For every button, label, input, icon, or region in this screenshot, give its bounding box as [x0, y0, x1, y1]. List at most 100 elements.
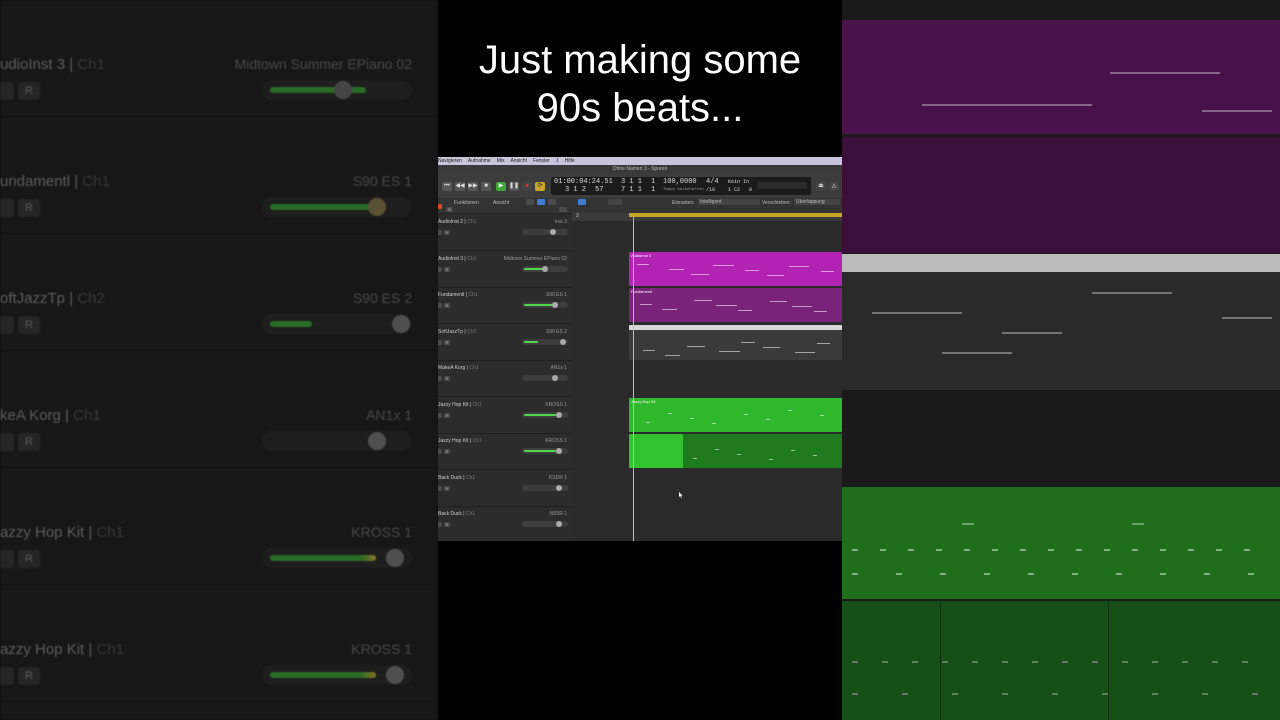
- mute-button[interactable]: [438, 376, 442, 381]
- volume-fader[interactable]: [522, 229, 568, 235]
- pause-icon[interactable]: ❚❚: [509, 182, 519, 191]
- mute-button[interactable]: [438, 303, 442, 308]
- pencil-tool-icon[interactable]: [608, 199, 622, 205]
- mute-button[interactable]: [438, 522, 442, 527]
- tuner-icon[interactable]: ⏏: [816, 182, 826, 191]
- record-button[interactable]: R: [444, 376, 450, 381]
- pointer-tool-icon[interactable]: [578, 199, 586, 205]
- lcd-level-meter: [757, 182, 807, 189]
- functions-menu[interactable]: Funktionen: [454, 200, 479, 206]
- lcd-time: 01:00:04:24.51: [554, 178, 613, 186]
- fader-knob[interactable]: [556, 411, 562, 418]
- global-solo-button[interactable]: S: [446, 207, 453, 212]
- play-icon[interactable]: ▶: [496, 182, 506, 191]
- record-button[interactable]: R: [444, 303, 450, 308]
- record-button[interactable]: R: [444, 522, 450, 527]
- record-button[interactable]: R: [444, 485, 450, 491]
- lcd-bars-right-top: 3 1 1: [621, 178, 643, 186]
- catch-icon[interactable]: [526, 199, 534, 205]
- volume-fader[interactable]: [522, 411, 568, 418]
- add-track-icon[interactable]: [559, 207, 567, 212]
- playhead[interactable]: [633, 217, 634, 541]
- cycle-range[interactable]: [629, 213, 842, 217]
- view-menu[interactable]: Ansicht: [493, 200, 509, 206]
- menu-one[interactable]: 1: [556, 158, 559, 164]
- record-button[interactable]: R: [444, 412, 450, 418]
- menu-bar: Navigieren Aufnahme Mix Ansicht Fenster 1 Hilf…: [438, 157, 842, 165]
- record-enable-icon[interactable]: [438, 204, 442, 209]
- volume-fader[interactable]: [522, 484, 568, 491]
- track-header[interactable]: MakeA Korg | Ch1 AN1x 1 R: [438, 360, 572, 397]
- fader-knob[interactable]: [542, 265, 548, 272]
- stop-icon[interactable]: ■: [481, 182, 491, 191]
- midi-note: [690, 417, 694, 419]
- midi-note: [719, 350, 740, 352]
- mute-button[interactable]: [438, 266, 442, 272]
- volume-fader[interactable]: [522, 265, 568, 272]
- track-header[interactable]: Jazzy Hop Kit | Ch1 KROSS 1 R: [438, 433, 572, 470]
- fader-knob[interactable]: [550, 229, 556, 235]
- zoom-icon[interactable]: [548, 199, 556, 205]
- midi-region[interactable]: SoftJazzTp: [629, 324, 842, 360]
- track-header[interactable]: AudioInst 3 | Ch1 Midtown Summer EPiano …: [438, 251, 572, 288]
- menu-help[interactable]: Hilfe: [565, 158, 575, 164]
- cycle-icon[interactable]: ⟳: [535, 182, 545, 191]
- fader-knob[interactable]: [560, 338, 566, 345]
- record-icon[interactable]: ●: [522, 182, 532, 191]
- mute-button[interactable]: [438, 449, 442, 454]
- menu-window[interactable]: Fenster: [533, 158, 550, 164]
- lcd-display[interactable]: 01:00:04:24.51 3 1 2 57 3 1 1 1 7 1 1 1 …: [551, 177, 811, 195]
- midi-note: [817, 342, 830, 344]
- selected-region-part[interactable]: [629, 434, 683, 468]
- menu-mix[interactable]: Mix: [497, 158, 505, 164]
- track-header[interactable]: Jazzy Hop Kit | Ch1 KROSS 1 R: [438, 397, 572, 434]
- menu-navigate[interactable]: Navigieren: [438, 158, 462, 164]
- midi-region[interactable]: Fundamentl: [629, 288, 842, 322]
- volume-fader[interactable]: [522, 302, 568, 308]
- mute-button[interactable]: [438, 339, 442, 345]
- midi-note: [770, 301, 787, 302]
- track-header[interactable]: AudioInst 2 | Ch1 Inst 2 R: [438, 214, 572, 251]
- go-to-start-icon[interactable]: ⏮: [442, 182, 452, 191]
- fader-knob[interactable]: [552, 302, 558, 308]
- fader-knob[interactable]: [556, 521, 562, 527]
- lcd-bars-right-top-sub: 1: [651, 178, 656, 186]
- track-header[interactable]: Back Duck | Ch1 NS5R 1 R: [438, 506, 572, 541]
- track-header[interactable]: Fundamentl | Ch1 S90 ES 1 R: [438, 287, 572, 324]
- midi-note: [766, 418, 770, 420]
- record-button[interactable]: R: [444, 339, 450, 345]
- instrument-name: KSDR 1: [548, 474, 567, 481]
- track-name: Back Duck | Ch1: [438, 474, 476, 481]
- volume-fader[interactable]: [522, 375, 568, 381]
- midi-region[interactable]: Jazzy Hop Kit: [629, 397, 842, 432]
- mute-button[interactable]: [438, 230, 442, 235]
- volume-fader[interactable]: [522, 448, 568, 454]
- record-button[interactable]: R: [444, 230, 450, 235]
- track-header[interactable]: Back Duck | Ch1 KSDR 1 R: [438, 470, 572, 507]
- arrange-area[interactable]: AudioInst 3 Fundamentl SoftJazzTp Jazzy Hop…: [572, 214, 842, 541]
- volume-fader[interactable]: [522, 521, 568, 527]
- track-header[interactable]: SoftJazzTp | Ch2 S90 ES 2 R: [438, 324, 572, 361]
- rewind-icon[interactable]: ◀◀: [455, 182, 465, 191]
- mute-button[interactable]: [438, 412, 442, 418]
- metronome-icon[interactable]: ◬: [829, 182, 839, 191]
- midi-region[interactable]: AudioInst 3: [629, 251, 842, 286]
- record-button[interactable]: R: [444, 449, 450, 454]
- grid-view-icon[interactable]: [537, 199, 545, 205]
- menu-view[interactable]: Ansicht: [510, 158, 526, 164]
- snap-label: Einrasten:: [672, 200, 695, 206]
- menu-record[interactable]: Aufnahme: [468, 158, 491, 164]
- record-button[interactable]: R: [444, 266, 450, 272]
- region-label: Jazzy Hop Kit: [631, 398, 656, 404]
- fader-knob[interactable]: [556, 448, 562, 454]
- volume-fader[interactable]: [522, 338, 568, 345]
- background-left-zoom: udioInst 3 | Ch1 R Midtown Summer EPiano…: [0, 0, 438, 720]
- fader-knob[interactable]: [556, 484, 562, 491]
- drag-select[interactable]: Überlappung: [794, 199, 840, 205]
- forward-icon[interactable]: ▶▶: [468, 182, 478, 191]
- snap-select[interactable]: Intelligent: [698, 199, 760, 205]
- mute-button[interactable]: [438, 485, 442, 491]
- fader-knob[interactable]: [552, 375, 558, 381]
- midi-note: [738, 310, 752, 311]
- track-name: SoftJazzTp | Ch2: [438, 328, 477, 335]
